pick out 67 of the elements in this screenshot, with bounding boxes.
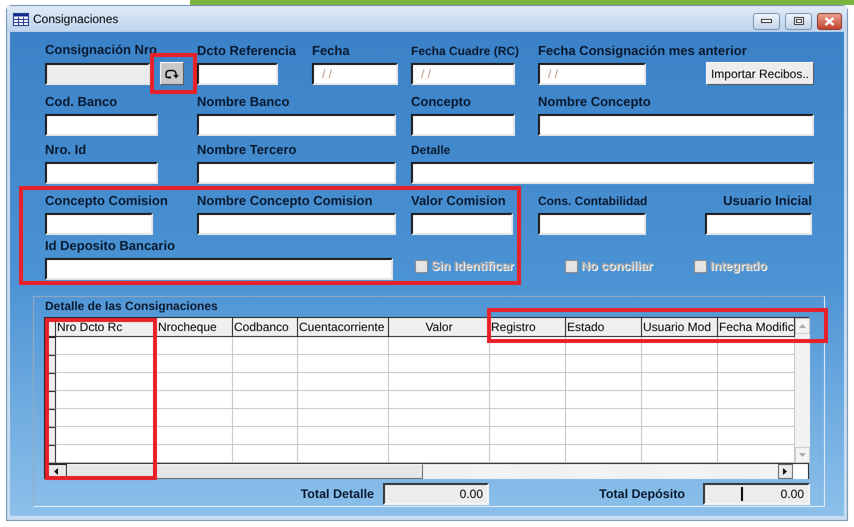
table-cell: [233, 391, 298, 409]
group-title: Detalle de las Consignaciones: [45, 298, 218, 314]
field-label: Concepto: [411, 94, 471, 110]
total-field: 0.00: [703, 483, 810, 505]
maximize-button[interactable]: [785, 12, 812, 30]
input-field[interactable]: [197, 63, 278, 85]
close-icon: [824, 16, 835, 26]
field-label: Nombre Concepto Comision: [197, 193, 373, 209]
field-label: Concepto Comision: [45, 193, 168, 209]
column-header[interactable]: Cuentacorriente: [298, 318, 389, 337]
import-button[interactable]: Importar Recibos..: [706, 62, 814, 85]
field-label: Fecha Cuadre (RC): [411, 43, 520, 59]
input-field[interactable]: [197, 213, 396, 235]
field-label: Consignación Nro: [45, 42, 157, 58]
input-field[interactable]: [197, 162, 396, 184]
total-field: 0.00: [383, 483, 489, 505]
field-label: Fecha Consignación mes anterior: [538, 43, 747, 59]
table-cell: [233, 427, 298, 445]
table-cell: [233, 355, 298, 373]
table-cell: [233, 337, 298, 355]
column-header[interactable]: Valor: [389, 318, 490, 337]
redo-icon: [165, 68, 179, 78]
input-field[interactable]: [45, 213, 153, 235]
field-label: Cons. Contabilidad: [538, 193, 648, 209]
field-label: Fecha: [312, 43, 350, 59]
total-label: Total Detalle: [300, 487, 374, 501]
checkbox-label: Sin Identificar: [431, 258, 514, 276]
column-header[interactable]: Nrocheque: [157, 318, 233, 337]
field-label: Dcto Referencia: [197, 43, 296, 59]
maximize-icon: [794, 17, 804, 25]
column-header[interactable]: Registro: [490, 318, 566, 337]
column-header[interactable]: Codbanco: [233, 318, 298, 337]
window-title: Consignaciones: [33, 11, 118, 28]
input-field[interactable]: [45, 162, 158, 184]
field-label: Id Deposito Bancario: [45, 238, 176, 254]
field-label: Nombre Banco: [197, 94, 290, 110]
field-label: Usuario Inicial: [723, 193, 812, 209]
column-header[interactable]: Estado: [566, 318, 642, 337]
column-header[interactable]: Fecha Modific: [718, 318, 795, 337]
input-field[interactable]: [538, 213, 646, 235]
table-icon: [13, 12, 29, 26]
checkbox-label: Integrado: [710, 258, 767, 275]
field-label: Nro. Id: [45, 142, 86, 158]
table-cell: [233, 373, 298, 391]
field-label: Cod. Banco: [45, 94, 118, 110]
minimize-button[interactable]: [753, 12, 780, 30]
input-field[interactable]: [197, 114, 396, 136]
input-field[interactable]: [45, 258, 393, 280]
input-field[interactable]: [411, 114, 515, 136]
checkbox-label: No conciliar: [581, 258, 653, 275]
scroll-right-icon[interactable]: [778, 464, 794, 480]
close-button[interactable]: [817, 12, 842, 30]
refresh-button[interactable]: [160, 62, 184, 85]
field-label: Valor Comision: [411, 193, 506, 209]
minimize-icon: [761, 19, 772, 23]
scroll-thumb[interactable]: [67, 464, 423, 479]
input-field[interactable]: [705, 213, 812, 235]
input-field[interactable]: [538, 114, 814, 136]
input-field[interactable]: [45, 114, 158, 136]
field-label: Nombre Tercero: [197, 142, 296, 158]
total-label: Total Depósito: [599, 487, 685, 501]
input-field[interactable]: [411, 213, 513, 235]
field-label: Detalle: [411, 142, 450, 158]
table-cell: [233, 409, 298, 427]
column-header[interactable]: Usuario Mod: [642, 318, 718, 337]
field-label: Nombre Concepto: [538, 94, 651, 110]
input-field[interactable]: [411, 162, 814, 184]
